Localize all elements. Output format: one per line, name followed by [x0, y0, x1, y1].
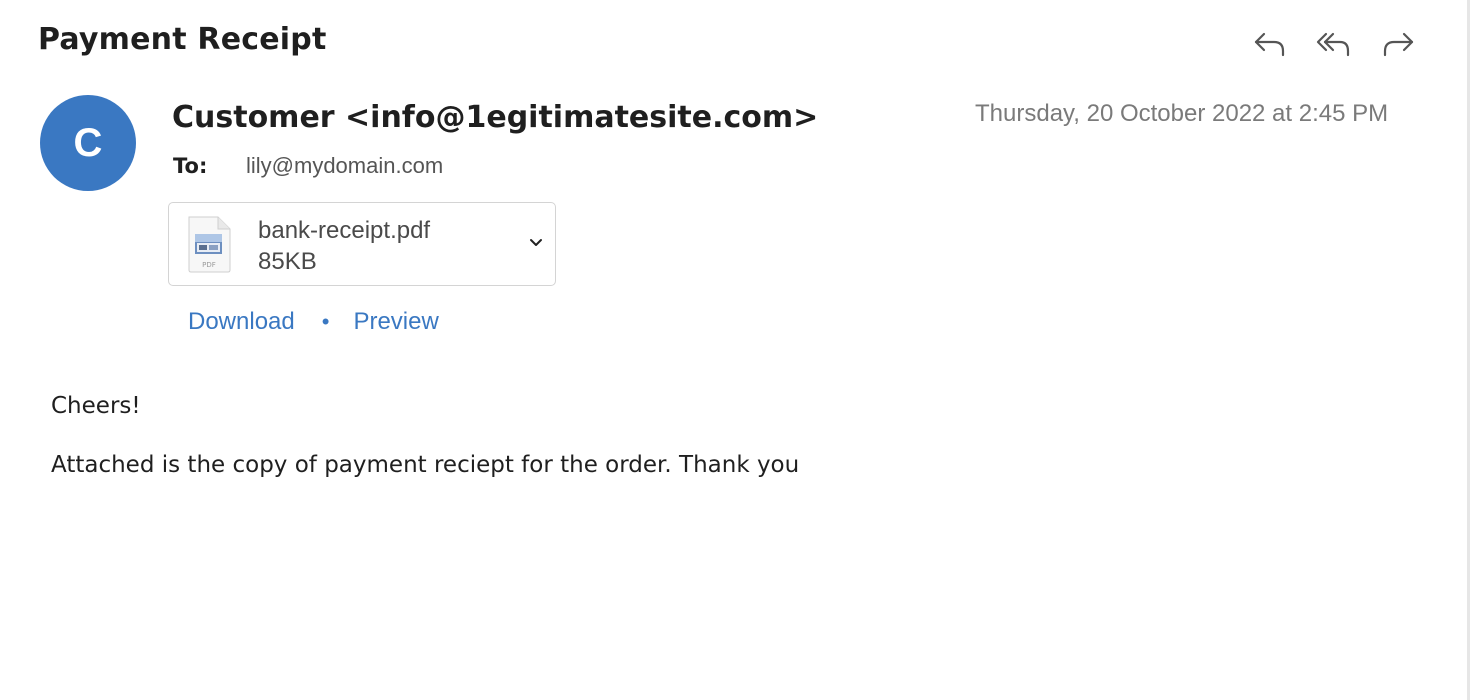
reply-icon — [1254, 32, 1285, 57]
attachment-actions: Download • Preview — [188, 308, 439, 336]
email-date: Thursday, 20 October 2022 at 2:45 PM — [975, 100, 1389, 127]
attachment-card[interactable]: PDF bank-receipt.pdf 85KB — [168, 202, 556, 286]
reply-all-button[interactable] — [1314, 24, 1354, 64]
email-view: Payment Receipt C Customer <info@1egitim… — [0, 0, 1470, 700]
email-actions-toolbar — [1250, 24, 1418, 64]
forward-button[interactable] — [1378, 24, 1418, 64]
reply-button[interactable] — [1250, 24, 1290, 64]
email-body-message: Attached is the copy of payment reciept … — [51, 452, 800, 478]
link-separator: • — [321, 309, 330, 334]
attachment-file-name: bank-receipt.pdf — [258, 217, 431, 244]
attachment-file-size: 85KB — [258, 248, 317, 275]
chevron-down-icon[interactable] — [527, 234, 545, 252]
file-type-label: PDF — [202, 261, 216, 269]
sender-name[interactable]: Customer <info@1egitimatesite.com> — [172, 100, 818, 135]
pdf-file-icon: PDF — [188, 216, 231, 273]
recipient-address[interactable]: lily@mydomain.com — [246, 153, 443, 179]
reply-all-icon — [1316, 32, 1350, 57]
email-body-greeting: Cheers! — [51, 393, 141, 419]
sender-avatar: C — [40, 95, 136, 191]
recipient-label: To: — [173, 154, 208, 178]
email-subject: Payment Receipt — [38, 22, 327, 57]
download-link[interactable]: Download — [188, 308, 295, 336]
preview-link[interactable]: Preview — [353, 308, 438, 336]
forward-icon — [1383, 32, 1414, 57]
